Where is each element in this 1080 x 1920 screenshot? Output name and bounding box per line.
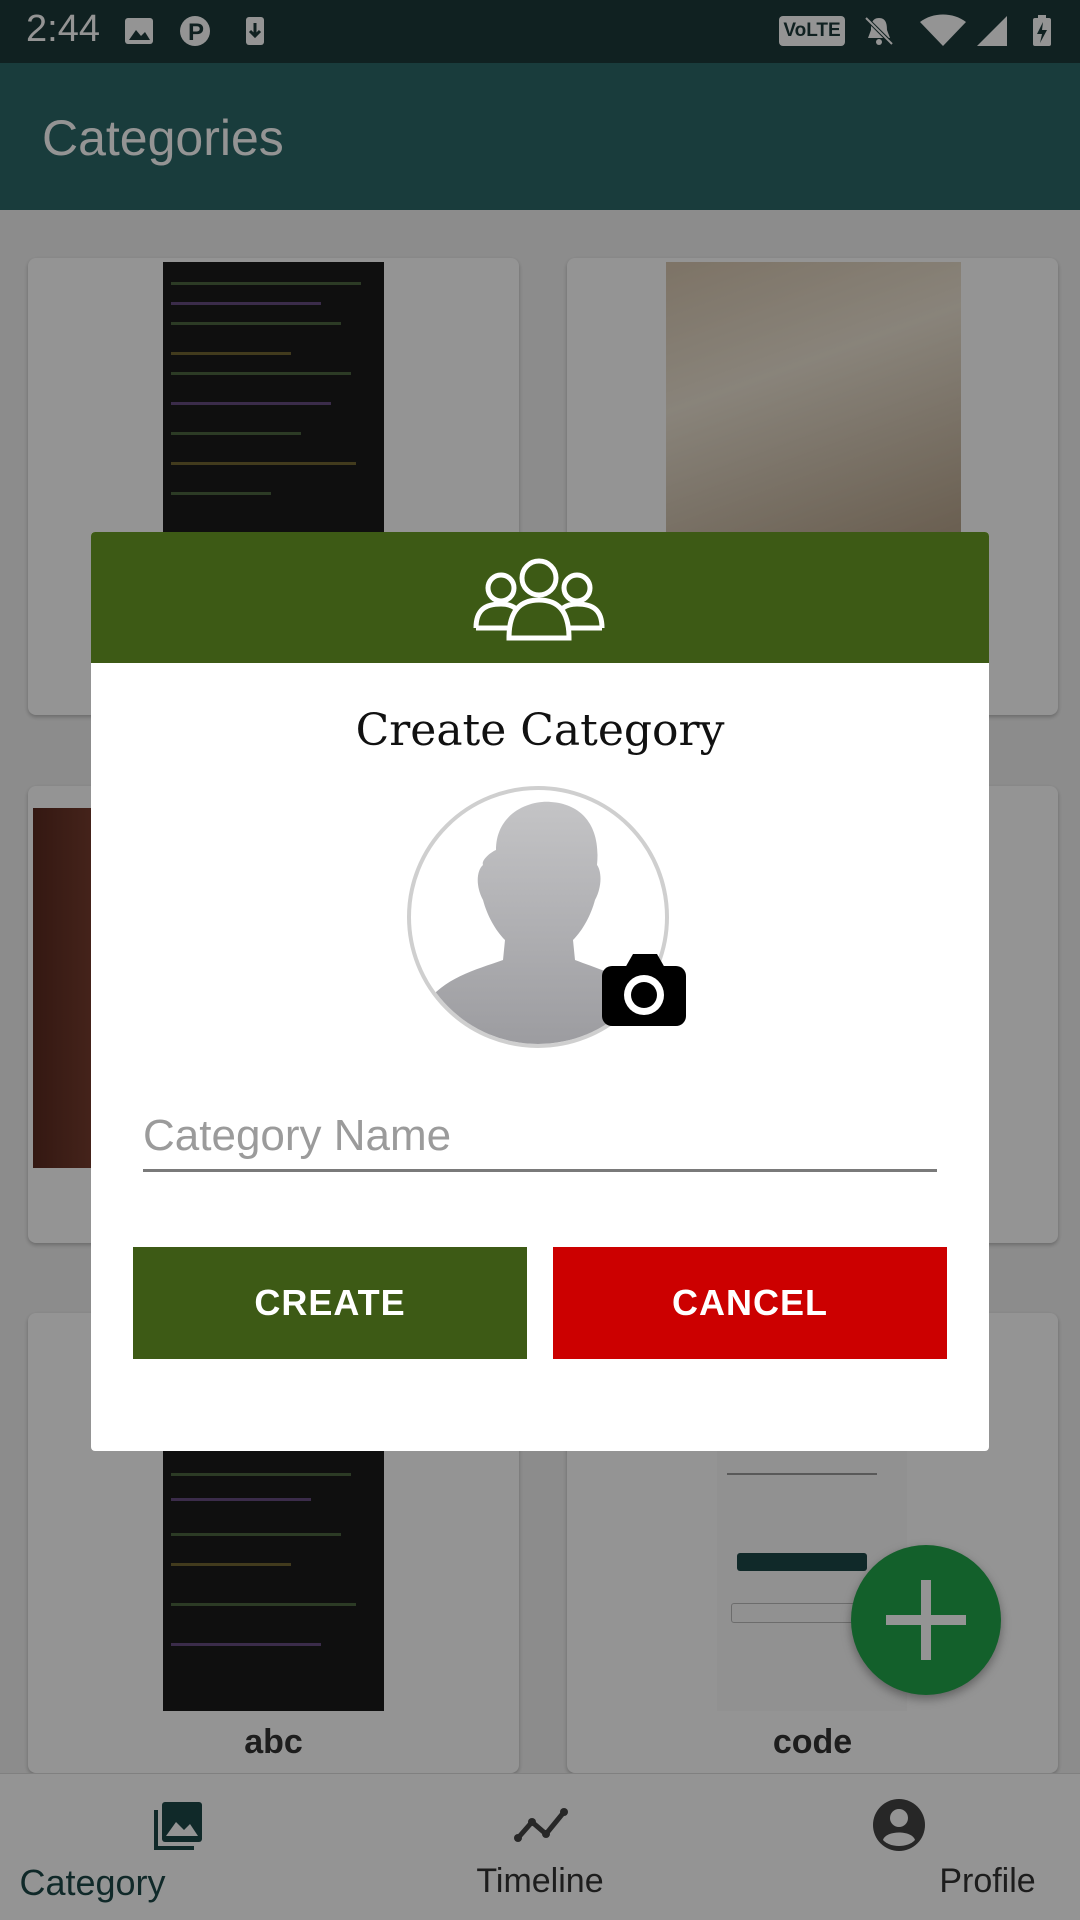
create-category-dialog: Create Category CREATE CANCEL: [91, 532, 989, 1451]
category-name-input[interactable]: [143, 1102, 937, 1172]
camera-icon: [602, 954, 686, 1026]
camera-button[interactable]: [601, 952, 687, 1027]
group-icon: [473, 558, 605, 641]
dialog-title: Create Category: [355, 705, 725, 756]
create-button[interactable]: CREATE: [133, 1247, 527, 1359]
dialog-header: [91, 532, 989, 663]
cancel-button[interactable]: CANCEL: [553, 1247, 947, 1359]
